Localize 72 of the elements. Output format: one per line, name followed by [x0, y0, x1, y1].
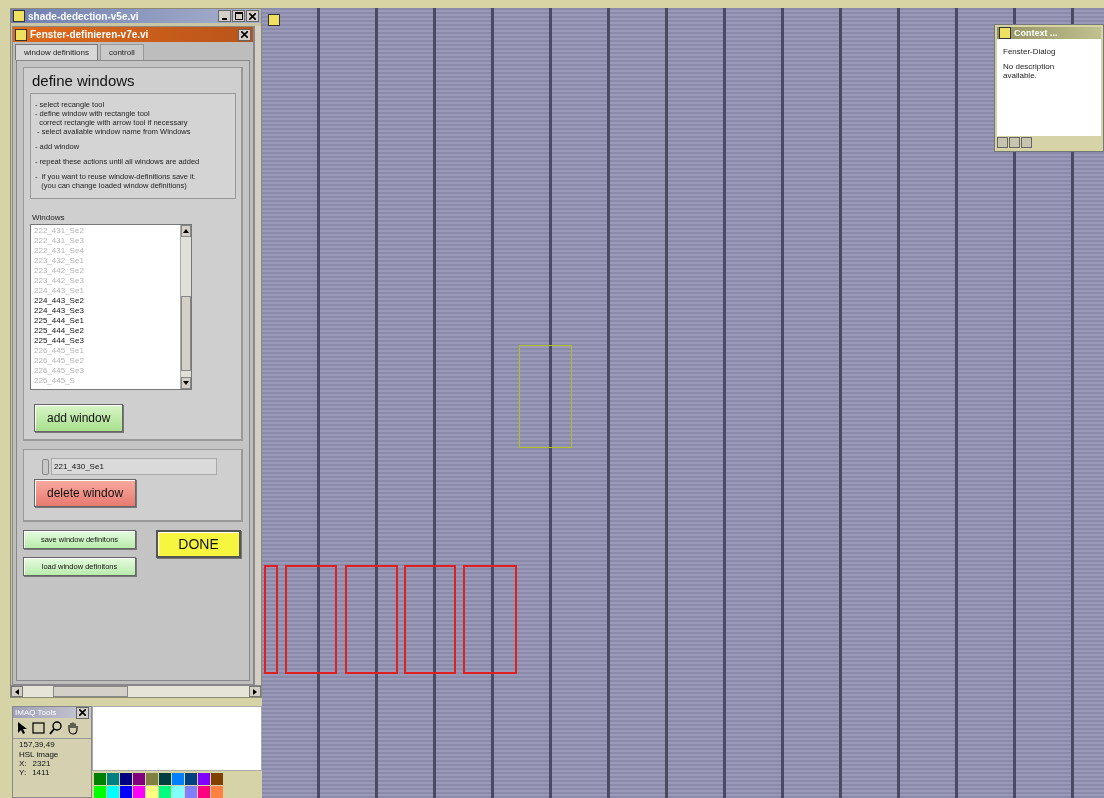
hand-icon[interactable]	[66, 721, 79, 735]
list-item[interactable]: 224_443_Se2	[34, 296, 177, 306]
maximize-button[interactable]	[232, 10, 245, 22]
color-swatch[interactable]	[198, 773, 210, 785]
color-swatch[interactable]	[120, 786, 132, 798]
color-swatch[interactable]	[146, 786, 158, 798]
color-swatch[interactable]	[133, 773, 145, 785]
window-title: Context ...	[1014, 28, 1058, 38]
close-button[interactable]	[246, 10, 259, 22]
scrollbar[interactable]	[180, 225, 191, 389]
vi-name: Fenster-Dialog	[1003, 47, 1057, 56]
window-title: shade-dedection-v5e.vi	[28, 10, 140, 22]
color-swatch[interactable]	[94, 786, 106, 798]
scroll-down-icon[interactable]	[181, 377, 191, 389]
tab[interactable]: controll	[99, 44, 144, 60]
color-swatch[interactable]	[185, 786, 197, 798]
color-swatch[interactable]	[211, 773, 223, 785]
arrow-pointer-icon[interactable]	[16, 721, 28, 735]
scroll-right-icon[interactable]	[249, 686, 261, 697]
list-item[interactable]: 225_444_Se2	[34, 326, 177, 336]
window-name-field[interactable]: 221_430_Se1	[51, 458, 217, 475]
vi-icon	[13, 10, 25, 22]
color-swatch[interactable]	[107, 786, 119, 798]
color-swatch[interactable]	[107, 773, 119, 785]
coordinate-value: 1411	[32, 768, 50, 777]
roi-rectangle[interactable]	[404, 565, 456, 674]
vi-icon	[999, 27, 1011, 39]
color-swatch[interactable]	[120, 773, 132, 785]
minimize-button[interactable]	[218, 10, 231, 22]
image-type: HSL image	[18, 749, 60, 759]
delete-window-button[interactable]: delete window	[34, 479, 137, 507]
rectangle-tool-icon[interactable]	[32, 722, 45, 734]
color-swatch[interactable]	[159, 786, 171, 798]
roi-rectangle[interactable]	[285, 565, 337, 674]
zoom-icon[interactable]	[49, 721, 62, 735]
vi-icon	[268, 14, 280, 26]
color-swatch[interactable]	[159, 773, 171, 785]
list-item[interactable]: 225_444_Se3	[34, 336, 177, 346]
roi-rectangle[interactable]	[345, 565, 398, 674]
scrollbar[interactable]	[254, 26, 261, 685]
dialog-title: Fenster-definieren-v7e.vi	[30, 29, 150, 40]
list-item[interactable]: 224_443_Se3	[34, 306, 177, 316]
add-window-button[interactable]: add window	[34, 404, 124, 432]
scroll-up-icon[interactable]	[181, 225, 191, 237]
done-button[interactable]: DONE	[156, 530, 241, 558]
increment-icon[interactable]	[42, 458, 49, 475]
coordinate-label: X:	[19, 759, 27, 768]
color-swatch[interactable]	[172, 773, 184, 785]
close-button[interactable]	[76, 706, 89, 719]
scroll-left-icon[interactable]	[11, 686, 23, 697]
roi-rectangle[interactable]	[463, 565, 517, 674]
pixel-value: 157,39,49	[18, 739, 56, 749]
color-swatch[interactable]	[185, 773, 197, 785]
coordinate-label: Y:	[19, 768, 27, 777]
list-label: Windows	[32, 213, 66, 222]
vi-icon	[15, 28, 27, 41]
description-text: No description available.	[1003, 62, 1056, 80]
palette-title: IMAQ Tools	[15, 708, 57, 717]
section-heading: define windows	[32, 72, 136, 89]
roi-rectangle[interactable]	[519, 345, 572, 448]
tab[interactable]: window definitions	[15, 44, 98, 60]
color-swatch[interactable]	[146, 773, 158, 785]
color-swatch[interactable]	[133, 786, 145, 798]
coordinate-value: 2321	[32, 759, 51, 768]
scrollbar[interactable]	[11, 685, 261, 697]
color-swatch[interactable]	[211, 786, 223, 798]
color-swatch[interactable]	[198, 786, 210, 798]
list-item[interactable]: 225_444_Se1	[34, 316, 177, 326]
color-swatch[interactable]	[94, 773, 106, 785]
close-button[interactable]	[238, 28, 251, 41]
roi-rectangle[interactable]	[264, 565, 278, 674]
color-swatch[interactable]	[172, 786, 184, 798]
